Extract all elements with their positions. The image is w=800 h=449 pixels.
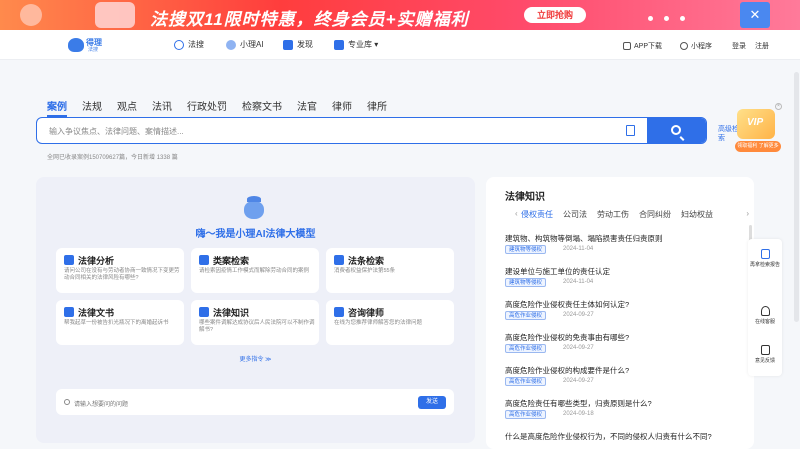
logo-subtitle: 法搜 — [88, 47, 99, 53]
question-icon — [64, 399, 70, 405]
ask-box[interactable]: 请输入想要问的问题 发送 — [56, 389, 454, 415]
search-button[interactable] — [647, 118, 706, 143]
list-item[interactable]: 高度危险作业侵权责任主体如何认定? 高危作业侵权 2024-09-27 — [505, 299, 737, 332]
prompt-card-consult-lawyer[interactable]: 咨询律师 在线为您推荐律师解答您的法律问题 — [326, 300, 454, 345]
vip-tag[interactable]: 领取福利 了解更多 — [735, 141, 781, 152]
tab-judges[interactable]: 法官 — [297, 98, 317, 113]
tab-news[interactable]: 法讯 — [152, 98, 172, 113]
document-icon — [64, 307, 74, 317]
case-icon — [199, 255, 209, 265]
nav-item-discover[interactable]: 发现 — [283, 39, 313, 50]
banner-title: 法搜双11限时特惠，终身会员+实赠福利 — [150, 10, 469, 29]
knowledge-list: 建筑物、构筑物等倒塌、塌陷损害责任归责原则 建筑物等侵权 2024-11-04 建设… — [505, 233, 737, 449]
search-icon — [671, 125, 681, 135]
library-icon — [334, 39, 344, 50]
headset-icon — [760, 306, 770, 316]
logo-icon — [68, 38, 84, 52]
search-input[interactable]: 输入争议焦点、法律问题、案情描述... — [49, 126, 184, 137]
close-icon[interactable]: ✕ — [740, 2, 770, 28]
banner-cta-button[interactable]: 立即抢购 — [524, 7, 586, 23]
knowledge-tabs: ‹ 侵权责任 公司法 劳动工伤 合同纠纷 妇幼权益 › — [505, 209, 749, 221]
list-item[interactable]: 高度危险作业侵权的免责事由有哪些? 高危作业侵权 2024-09-27 — [505, 332, 737, 365]
tab-cases[interactable]: 案例 — [47, 98, 67, 117]
customer-service-button[interactable]: 在线客服 — [748, 306, 782, 326]
register-link[interactable]: 注册 — [755, 41, 769, 51]
logo[interactable]: 得理 法搜 — [68, 36, 110, 54]
vip-promo[interactable]: VIP 领取福利 了解更多 × — [733, 103, 783, 153]
knowledge-icon — [199, 307, 209, 317]
category-badge: 高危作业侵权 — [505, 410, 547, 419]
ai-assistant-panel: 嗨～我是小理AI法律大模型 法律分析 请问公司在没有与劳动者协商一致情况下变更劳动… — [36, 177, 475, 443]
tab-laws[interactable]: 法规 — [82, 98, 102, 113]
prompt-card-legal-docs[interactable]: 法律文书 帮我起草一份被告扒光瓶况下的离婚起诉书 — [56, 300, 184, 345]
top-nav: 得理 法搜 法搜 小理AI 发现 专业库 ▾ APP下载 小程序 登录 注册 — [0, 30, 800, 60]
tab-tort[interactable]: 侵权责任 — [521, 209, 553, 221]
category-badge: 高危作业侵权 — [505, 311, 547, 320]
mascot-icon — [244, 196, 264, 219]
lawyer-icon — [334, 307, 344, 317]
tab-women-children[interactable]: 妇幼权益 — [681, 209, 713, 221]
document-upload-icon[interactable] — [626, 125, 635, 136]
more-commands-link[interactable]: 更多指令 ≫ — [36, 354, 475, 363]
promo-banner[interactable]: 法搜双11限时特惠，终身会员+实赠福利 立即抢购 ✕ — [0, 0, 800, 30]
feedback-icon — [760, 345, 770, 355]
report-button[interactable]: 再拿检索报告 — [748, 249, 782, 269]
login-link[interactable]: 登录 — [732, 41, 746, 51]
tab-law-firms[interactable]: 律所 — [367, 98, 387, 113]
nav-item-xiaoli-ai[interactable]: 小理AI — [226, 39, 264, 50]
prompt-card-legal-knowledge[interactable]: 法律知识 哪些案件调解达成协议后人民法院可以不制作调解书? — [191, 300, 319, 345]
law-icon — [334, 255, 344, 265]
phone-icon — [623, 42, 631, 50]
index-stats: 全网已收录案例150709627篇，今日新增 1338 篇 — [47, 155, 178, 161]
mini-program-icon — [680, 42, 688, 50]
app-download-link[interactable]: APP下载 — [623, 41, 662, 51]
ask-input[interactable]: 请输入想要问的问题 — [74, 399, 128, 408]
floating-toolbar: 再拿检索报告 在线客服 意见反馈 — [748, 239, 782, 376]
prompt-card-legal-analysis[interactable]: 法律分析 请问公司在没有与劳动者协商一致情况下变更劳动合同相关的法律风险有哪些? — [56, 248, 184, 293]
list-item[interactable]: 建设单位与施工单位的责任认定 建筑物等侵权 2024-11-04 — [505, 266, 737, 299]
category-badge: 高危作业侵权 — [505, 377, 547, 386]
page-scrollbar[interactable] — [794, 72, 799, 322]
send-button[interactable]: 发送 — [418, 396, 446, 409]
chevron-right-icon[interactable]: › — [746, 209, 749, 218]
vip-label: VIP — [747, 117, 764, 128]
tab-views[interactable]: 观点 — [117, 98, 137, 113]
tab-lawyers[interactable]: 律师 — [332, 98, 352, 113]
prompt-card-law-search[interactable]: 法条检索 消费者权益保护法第55条 — [326, 248, 454, 293]
list-item[interactable]: 什么是高度危险作业侵权行为，不同的侵权人归责有什么不同? — [505, 431, 737, 449]
close-icon[interactable]: × — [775, 103, 782, 110]
banner-decoration — [95, 2, 135, 28]
prompt-card-case-search[interactable]: 类案检索 请检索因疫情工作模式而解除劳动合同的案例 — [191, 248, 319, 293]
tab-labor-injury[interactable]: 劳动工伤 — [597, 209, 629, 221]
list-item[interactable]: 高度危险责任有哪些类型，归责原则是什么? 高危作业侵权 2024-09-18 — [505, 398, 737, 431]
banner-dots — [648, 13, 696, 24]
list-item[interactable]: 高度危险作业侵权的构成要件是什么? 高危作业侵权 2024-09-27 — [505, 365, 737, 398]
report-icon — [760, 249, 770, 259]
tab-admin-penalty[interactable]: 行政处罚 — [187, 98, 227, 113]
knowledge-title: 法律知识 — [505, 192, 545, 203]
tab-contract[interactable]: 合同纠纷 — [639, 209, 671, 221]
banner-decoration — [20, 4, 42, 26]
search-tabs: 案例 法规 观点 法讯 行政处罚 检察文书 法官 律师 律所 — [47, 98, 402, 117]
analysis-icon — [64, 255, 74, 265]
legal-knowledge-panel: 法律知识 ‹ 侵权责任 公司法 劳动工伤 合同纠纷 妇幼权益 › 建筑物、构筑物… — [486, 177, 754, 449]
category-badge: 高危作业侵权 — [505, 344, 547, 353]
ai-greeting: 嗨～我是小理AI法律大模型 — [195, 229, 316, 240]
category-badge: 建筑物等侵权 — [505, 278, 547, 287]
robot-icon — [226, 39, 236, 50]
search-icon — [174, 39, 184, 50]
nav-item-fasou[interactable]: 法搜 — [174, 39, 204, 50]
category-badge: 建筑物等侵权 — [505, 245, 547, 254]
tab-procuratorate[interactable]: 检察文书 — [242, 98, 282, 113]
mini-program-link[interactable]: 小程序 — [680, 41, 712, 51]
feedback-button[interactable]: 意见反馈 — [748, 345, 782, 365]
bookmark-icon — [283, 39, 293, 50]
search-box[interactable]: 输入争议焦点、法律问题、案情描述... — [36, 117, 707, 144]
nav-item-library[interactable]: 专业库 ▾ — [334, 39, 378, 50]
chevron-left-icon[interactable]: ‹ — [515, 209, 518, 218]
list-item[interactable]: 建筑物、构筑物等倒塌、塌陷损害责任归责原则 建筑物等侵权 2024-11-04 — [505, 233, 737, 266]
tab-company-law[interactable]: 公司法 — [563, 209, 587, 221]
